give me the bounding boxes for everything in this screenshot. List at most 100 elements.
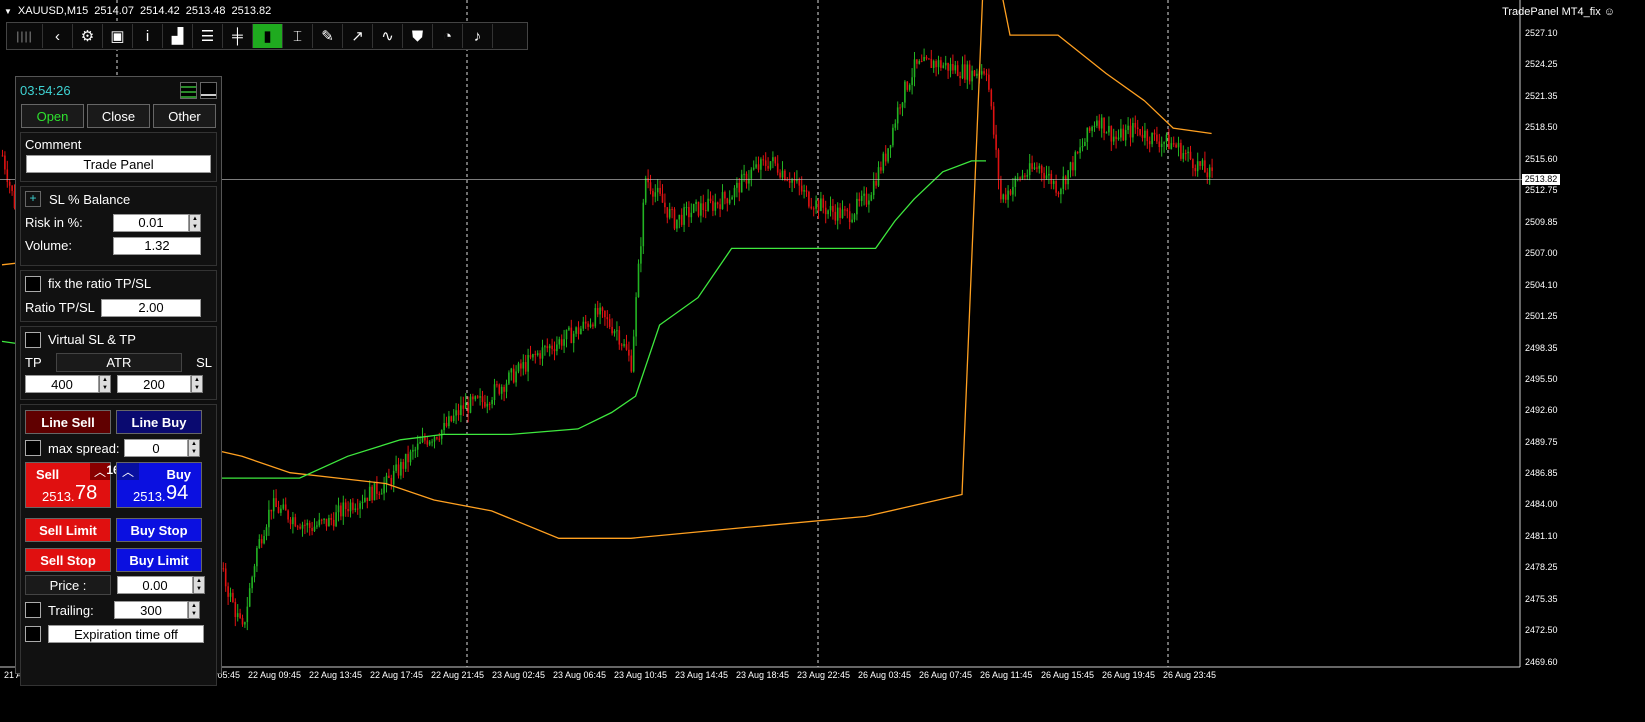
candle-body (690, 212, 693, 218)
wave-icon[interactable]: ∿ (373, 24, 403, 48)
candle-body (911, 77, 913, 85)
bars-icon[interactable]: ▟ (163, 24, 193, 48)
candle-body (284, 504, 287, 511)
candle-body (224, 568, 227, 587)
trailing-checkbox[interactable] (25, 602, 41, 618)
candle-body (760, 159, 762, 170)
candle-body (270, 509, 273, 512)
candle-body (935, 61, 937, 68)
candle-body (280, 508, 282, 513)
candle-body (510, 368, 513, 373)
bell-icon[interactable]: ♪ (463, 24, 493, 48)
trailing-input[interactable]: 300 (114, 601, 188, 619)
candle-body (474, 396, 477, 400)
candle-body (1168, 134, 1170, 150)
candle-body (388, 475, 390, 478)
candle-body (1004, 194, 1007, 200)
candle-body (8, 181, 11, 186)
cursor-icon[interactable]: ⌶ (283, 24, 313, 48)
candle-body (428, 441, 431, 445)
candle-body (988, 74, 990, 90)
candle-body (870, 195, 873, 201)
candle-body (853, 214, 856, 220)
time-tick-label: 23 Aug 02:45 (492, 670, 546, 680)
line-buy-button[interactable]: Line Buy (116, 410, 202, 434)
gear-icon[interactable]: ⚙ (73, 24, 103, 48)
buy-stop-button[interactable]: Buy Stop (116, 518, 202, 542)
candle-body (601, 307, 604, 311)
shield-icon[interactable]: ⛊ (403, 24, 433, 48)
max-spread-checkbox[interactable] (25, 440, 41, 456)
chevron-up-icon: ︿ (117, 463, 139, 480)
candle-body (848, 211, 851, 223)
sell-button[interactable]: Sell ︿ 2513. 78 (25, 462, 111, 508)
candle-body (378, 493, 381, 495)
candle-body (414, 449, 417, 451)
candle-body (1031, 163, 1033, 169)
trend-icon[interactable]: ↗ (343, 24, 373, 48)
chart-title-bar: ▼ XAUUSD,M15 2514.07 2514.42 2513.48 251… (4, 3, 271, 19)
volume-input[interactable]: 1.32 (113, 236, 201, 255)
back-icon[interactable]: ‹ (43, 24, 73, 48)
virtual-sltp-checkbox[interactable] (25, 331, 41, 348)
line-sell-button[interactable]: Line Sell (25, 410, 111, 434)
candle-body (1096, 120, 1098, 126)
list-icon[interactable]: ☰ (193, 24, 223, 48)
price-chart[interactable] (0, 0, 1645, 722)
buy-limit-button[interactable]: Buy Limit (116, 548, 202, 572)
expiration-checkbox[interactable] (25, 626, 41, 642)
candle-body (282, 504, 285, 509)
candle-body (762, 159, 765, 161)
fix-ratio-checkbox[interactable] (25, 275, 41, 292)
candle-body (726, 198, 729, 204)
atr-button[interactable]: ATR (55, 352, 182, 372)
buy-button[interactable]: ︿ Buy 2513. 94 (116, 462, 202, 508)
max-spread-input[interactable]: 0 (124, 439, 188, 457)
candle-body (892, 127, 894, 146)
tab-open[interactable]: Open (21, 104, 84, 128)
tab-other[interactable]: Other (153, 104, 216, 128)
risk-stepper[interactable]: ▲ ▼ (189, 213, 201, 232)
sl-stepper[interactable]: ▲ ▼ (191, 375, 203, 393)
candle-body (356, 508, 359, 510)
trailing-stepper[interactable]: ▲ ▼ (188, 601, 200, 619)
candles-icon[interactable]: ╪ (223, 24, 253, 48)
sl-input[interactable]: 200 (117, 375, 191, 393)
price-input[interactable]: 0.00 (117, 576, 193, 594)
candle-body (697, 201, 700, 216)
candle-body (1132, 122, 1134, 138)
time-tick-label: 23 Aug 18:45 (736, 670, 790, 680)
expand-icon[interactable]: + (25, 191, 41, 207)
tab-close[interactable]: Close (87, 104, 150, 128)
pencil-icon[interactable]: ✎ (313, 24, 343, 48)
dropdown-icon[interactable]: ▼ (4, 7, 12, 16)
candle-body (733, 187, 736, 198)
camera-icon[interactable]: ▣ (103, 24, 133, 48)
price-tick-label: 2504.10 (1525, 279, 1558, 290)
candle-body (522, 362, 525, 369)
risk-input[interactable]: 0.01 (113, 213, 189, 232)
tp-stepper[interactable]: ▲ ▼ (99, 375, 111, 393)
sell-stop-button[interactable]: Sell Stop (25, 548, 111, 572)
candle-body (484, 402, 486, 407)
candle-body (1002, 194, 1005, 200)
pie-icon[interactable]: ◔ (433, 24, 463, 48)
candle-body (882, 153, 885, 171)
menu-icon[interactable] (180, 81, 197, 99)
minimize-icon[interactable] (200, 81, 217, 99)
sell-limit-button[interactable]: Sell Limit (25, 518, 111, 542)
candle-body (1012, 186, 1014, 195)
candle-body (306, 522, 309, 526)
candle-body (380, 493, 383, 495)
grip-icon[interactable]: |||| (7, 24, 43, 48)
candle-body (551, 345, 553, 350)
ratio-input[interactable]: 2.00 (101, 298, 201, 317)
price-stepper[interactable]: ▲ ▼ (193, 576, 205, 594)
expiration-input[interactable]: Expiration time off (48, 625, 204, 643)
tp-input[interactable]: 400 (25, 375, 99, 393)
comment-input[interactable]: Trade Panel (26, 155, 211, 173)
trade-icon[interactable]: ▮ (253, 24, 283, 48)
ohlc-low: 2513.48 (185, 5, 226, 17)
max-spread-stepper[interactable]: ▲ ▼ (188, 439, 200, 457)
info-icon[interactable]: i (133, 24, 163, 48)
